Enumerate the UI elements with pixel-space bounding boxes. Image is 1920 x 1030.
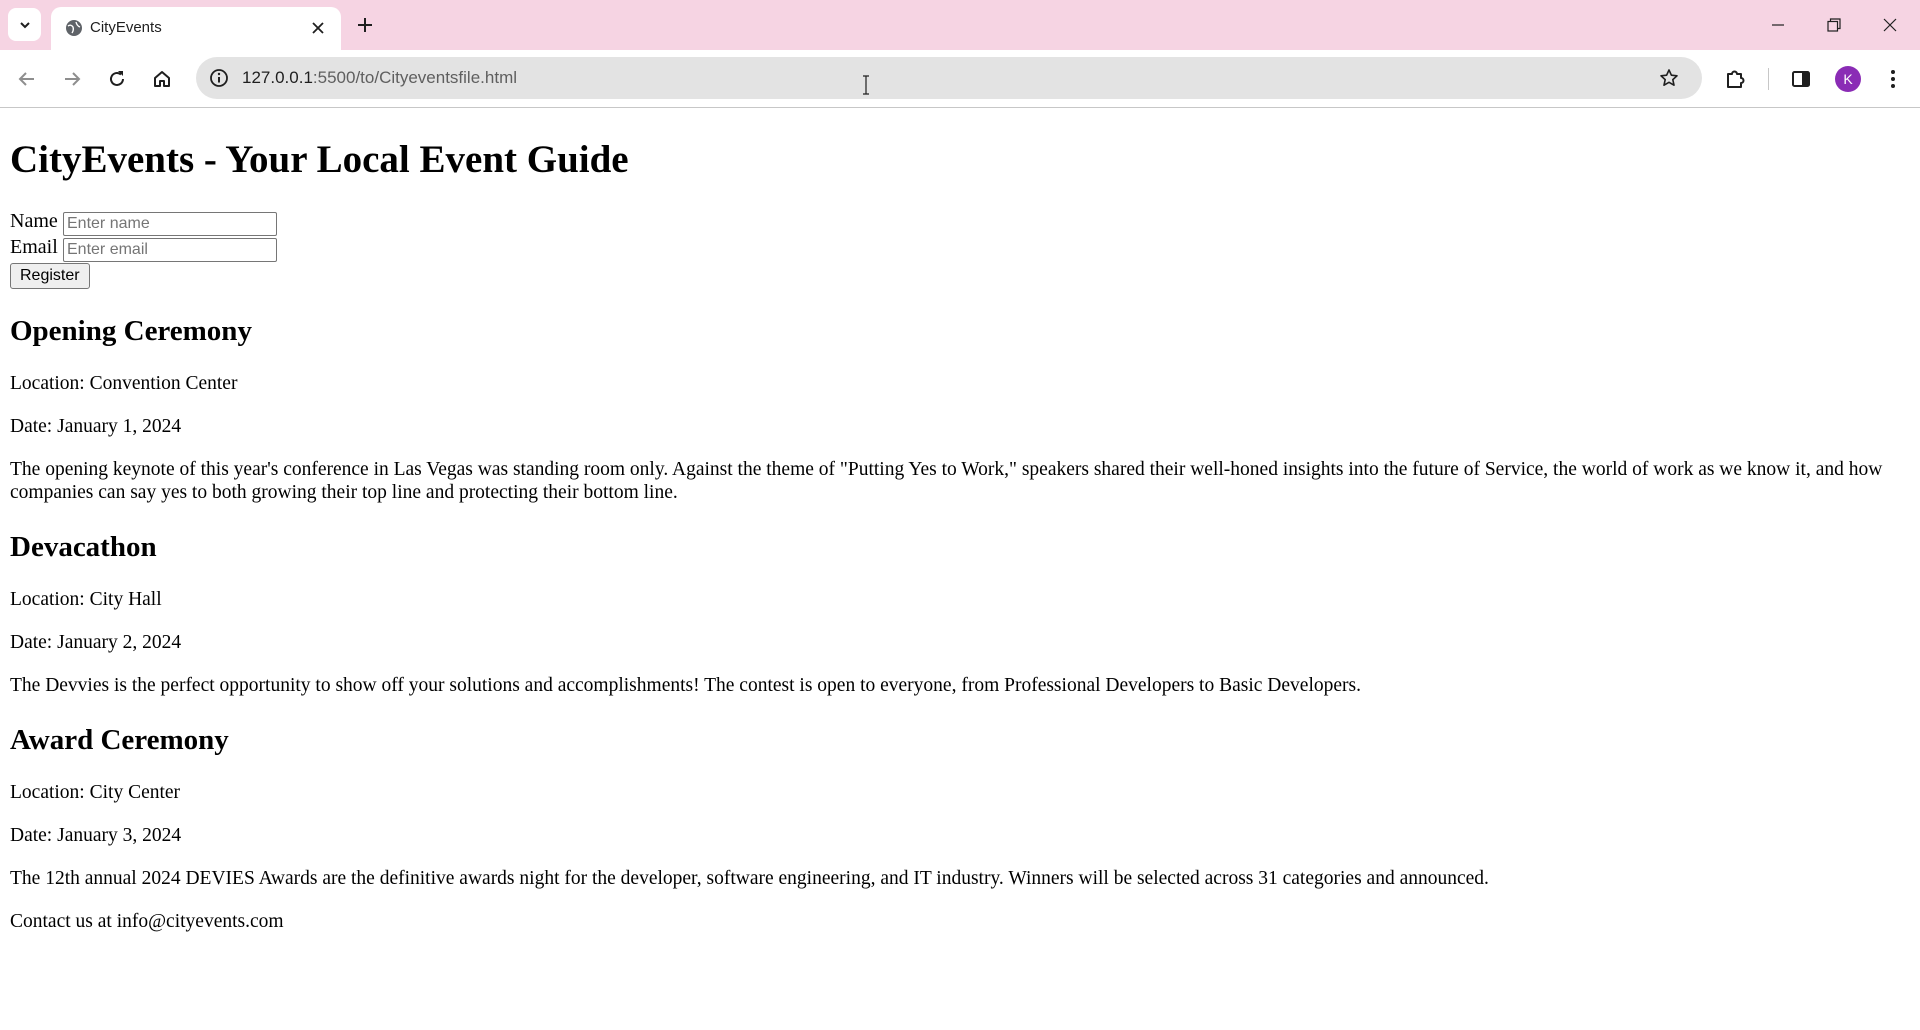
event-location: Location: Convention Center bbox=[10, 373, 238, 394]
event-date: Date: January 3, 2024 bbox=[10, 825, 182, 846]
event-title: Opening Ceremony bbox=[10, 315, 252, 347]
close-window-button[interactable] bbox=[1862, 0, 1918, 50]
info-icon bbox=[210, 69, 228, 87]
browser-toolbar: 127.0.0.1:5500/to/Cityeventsfile.html K bbox=[0, 50, 1920, 108]
event-title: Award Ceremony bbox=[10, 724, 229, 756]
url-host: 127.0.0.1 bbox=[242, 68, 313, 87]
event-date: Date: January 2, 2024 bbox=[10, 632, 182, 653]
url-path: :5500/to/Cityeventsfile.html bbox=[312, 68, 518, 87]
close-icon bbox=[1883, 18, 1897, 32]
email-row: Email bbox=[10, 236, 277, 262]
back-button[interactable] bbox=[12, 64, 42, 94]
plus-icon bbox=[358, 18, 372, 32]
tab-search-button[interactable] bbox=[8, 8, 41, 41]
page-viewport: CityEvents - Your Local Event Guide Name… bbox=[0, 108, 1920, 1030]
side-panel-icon bbox=[1792, 71, 1810, 87]
email-input[interactable] bbox=[63, 238, 277, 262]
text-cursor-icon bbox=[863, 75, 869, 95]
event-description: The Devvies is the perfect opportunity t… bbox=[10, 675, 1361, 696]
extensions-button[interactable] bbox=[1720, 64, 1750, 94]
site-info-button[interactable] bbox=[206, 65, 232, 91]
reload-icon bbox=[110, 71, 124, 86]
event-description: The 12th annual 2024 DEVIES Awards are t… bbox=[10, 868, 1489, 889]
name-row: Name bbox=[10, 210, 277, 236]
event-date: Date: January 1, 2024 bbox=[10, 416, 182, 437]
home-button[interactable] bbox=[147, 64, 177, 94]
bookmark-star-button[interactable] bbox=[1656, 65, 1682, 91]
event-location: Location: City Hall bbox=[10, 589, 162, 610]
home-icon bbox=[154, 71, 170, 87]
reload-button[interactable] bbox=[102, 64, 132, 94]
close-icon bbox=[312, 22, 324, 34]
arrow-right-icon bbox=[65, 72, 81, 86]
restore-icon bbox=[1827, 18, 1841, 32]
register-button[interactable]: Register bbox=[10, 263, 90, 289]
new-tab-button[interactable] bbox=[352, 12, 378, 38]
star-icon bbox=[1660, 69, 1678, 86]
tab-title: CityEvents bbox=[90, 19, 162, 36]
url-text[interactable]: 127.0.0.1:5500/to/Cityeventsfile.html bbox=[242, 68, 517, 88]
restore-button[interactable] bbox=[1806, 0, 1862, 50]
event-description: The opening keynote of this year's confe… bbox=[10, 459, 1883, 503]
event-location: Location: City Center bbox=[10, 782, 181, 803]
name-label: Name bbox=[10, 210, 58, 232]
name-input[interactable] bbox=[63, 212, 277, 236]
minimize-button[interactable] bbox=[1750, 0, 1806, 50]
profile-avatar[interactable]: K bbox=[1835, 66, 1861, 92]
forward-button[interactable] bbox=[57, 64, 87, 94]
address-bar[interactable]: 127.0.0.1:5500/to/Cityeventsfile.html bbox=[196, 57, 1702, 99]
globe-icon bbox=[66, 20, 82, 36]
browser-tab[interactable]: CityEvents bbox=[51, 7, 341, 50]
arrow-left-icon bbox=[18, 72, 34, 86]
page-title: CityEvents - Your Local Event Guide bbox=[10, 138, 629, 181]
minimize-icon bbox=[1772, 24, 1784, 26]
email-label: Email bbox=[10, 236, 58, 258]
more-vertical-icon bbox=[1891, 70, 1895, 88]
toolbar-separator bbox=[1768, 68, 1769, 90]
tab-strip: CityEvents bbox=[0, 0, 1920, 50]
chevron-down-icon bbox=[19, 21, 30, 28]
event-title: Devacathon bbox=[10, 531, 157, 563]
contact-footer: Contact us at info@cityevents.com bbox=[10, 911, 284, 932]
side-panel-button[interactable] bbox=[1786, 64, 1816, 94]
menu-button[interactable] bbox=[1878, 64, 1908, 94]
puzzle-icon bbox=[1727, 70, 1745, 88]
tab-close-button[interactable] bbox=[308, 18, 328, 38]
